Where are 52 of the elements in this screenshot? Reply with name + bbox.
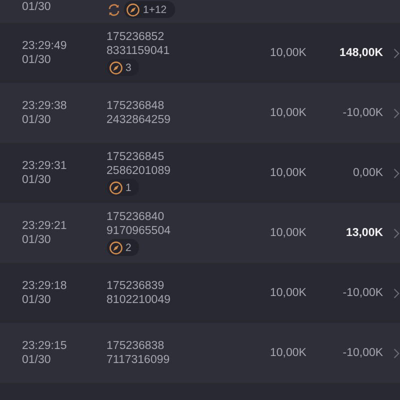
- round-id: 175236839: [106, 279, 164, 293]
- win-amount: 0,00K: [352, 167, 384, 179]
- chevron-icon[interactable]: [393, 228, 400, 238]
- compass-icon: [108, 180, 123, 194]
- chevron-icon[interactable]: [393, 348, 400, 358]
- date-text: 01/30: [22, 173, 52, 187]
- time-text: 23:29:49: [22, 39, 68, 53]
- win-amount: 148,00K: [338, 47, 384, 59]
- date-text: 01/30: [22, 53, 52, 67]
- win-amount: 13,00K: [344, 227, 384, 239]
- time-text: 23:29:15: [22, 339, 68, 353]
- bonus-badge: 2: [106, 239, 140, 256]
- time-text: 23:29:31: [22, 159, 68, 173]
- bet-amount: 10,00K: [268, 347, 308, 359]
- bet-amount: 10,00K: [268, 287, 308, 299]
- chevron-icon[interactable]: [393, 288, 400, 298]
- bet-amount: 10,00K: [268, 227, 308, 239]
- bet-amount: 10,00K: [268, 167, 308, 179]
- date-text: 01/30: [22, 0, 52, 14]
- round-id: 9170965504: [106, 224, 170, 238]
- round-id: 7117316099: [106, 353, 170, 367]
- round-id: 175236852: [106, 30, 164, 44]
- round-id: 2432864259: [106, 113, 170, 127]
- bonus-badge: 1: [106, 179, 140, 196]
- compass-icon: [108, 240, 123, 254]
- chevron-icon[interactable]: [393, 168, 400, 178]
- win-amount: -10,00K: [342, 287, 384, 299]
- compass-icon: [126, 2, 140, 16]
- date-text: 01/30: [22, 353, 52, 367]
- date-text: 01/30: [22, 113, 52, 127]
- chevron-icon[interactable]: [393, 108, 400, 118]
- chevron-icon[interactable]: [393, 48, 400, 58]
- round-id: 175236845: [106, 150, 164, 164]
- date-text: 01/30: [22, 293, 52, 307]
- bet-amount: 10,00K: [268, 47, 308, 59]
- round-id: 175236840: [106, 210, 164, 224]
- bet-amount: 10,00K: [268, 107, 308, 119]
- time-text: 23:29:38: [22, 99, 68, 113]
- date-text: 01/30: [22, 233, 52, 247]
- round-id: 2586201089: [106, 164, 170, 178]
- round-id: 8102210049: [106, 293, 170, 307]
- win-amount: -10,00K: [342, 347, 384, 359]
- bonus-badge: 1+12: [124, 1, 175, 18]
- round-id: 175236838: [106, 339, 164, 353]
- time-text: 23:29:18: [22, 279, 68, 293]
- refresh-icon: [107, 2, 121, 16]
- bonus-badge: 3: [106, 59, 140, 76]
- time-text: 23:29:21: [22, 219, 68, 233]
- win-amount: -10,00K: [342, 107, 384, 119]
- round-id: 8331159041: [106, 44, 170, 58]
- compass-icon: [108, 60, 123, 74]
- round-id: 175236848: [106, 99, 164, 113]
